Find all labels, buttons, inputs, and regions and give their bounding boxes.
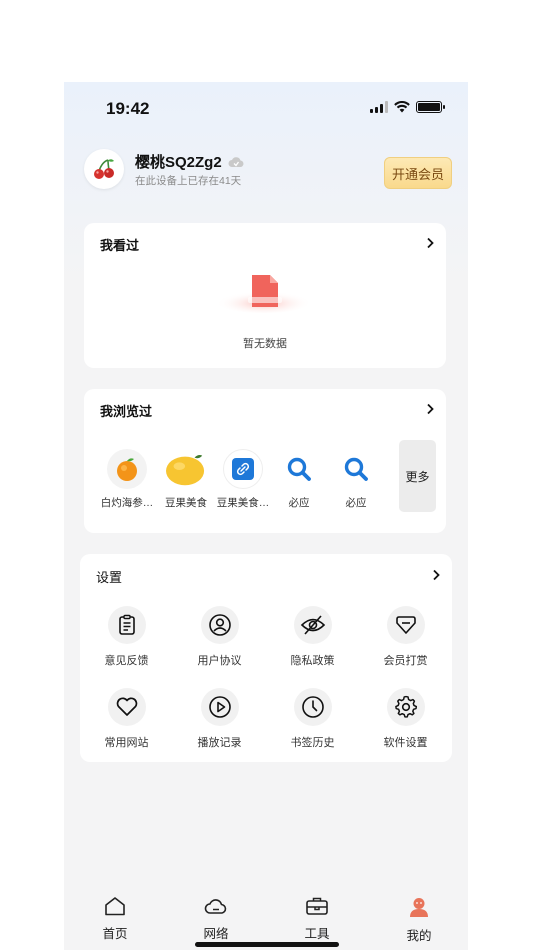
wifi-icon	[394, 101, 410, 113]
eye-off-icon	[293, 606, 332, 644]
clock-icon	[293, 688, 332, 726]
toolbox-icon	[306, 897, 328, 915]
tab-home[interactable]: 首页	[80, 896, 150, 942]
settings-item-feedback[interactable]: 意见反馈	[80, 606, 173, 668]
settings-item-label: 书签历史	[290, 737, 335, 749]
settings-item-label: 播放记录	[197, 737, 242, 749]
settings-item-label: 会员打赏	[383, 655, 428, 667]
cherry-icon	[94, 159, 114, 179]
more-button[interactable]: 更多	[399, 440, 436, 512]
browsed-item-label: 豆果美食…	[216, 497, 270, 509]
watched-card: 我看过 暂无数据	[84, 223, 446, 368]
chevron-right-icon[interactable]	[424, 237, 436, 249]
settings-item-label: 软件设置	[383, 737, 428, 749]
status-time: 19:42	[106, 99, 150, 118]
orange-fruit-icon	[107, 449, 147, 489]
chevron-right-icon[interactable]	[424, 403, 436, 415]
tab-label: 首页	[102, 927, 128, 941]
username: 樱桃SQ2Zg2	[135, 151, 244, 172]
settings-item-label: 常用网站	[104, 737, 149, 749]
search-icon	[336, 449, 376, 489]
browsed-item-label: 必应	[345, 497, 367, 509]
profile-avatar-icon	[410, 898, 428, 917]
tab-network[interactable]: 网络	[181, 896, 251, 942]
browsed-item-label: 必应	[288, 497, 310, 509]
browsed-item[interactable]: 白灼海参…	[98, 441, 156, 510]
settings-item-label: 用户协议	[197, 655, 242, 667]
browsed-card: 我浏览过 白灼海参… 豆果美食 豆果美食… 必应 必应 更多	[84, 389, 446, 533]
settings-item-favorites[interactable]: 常用网站	[80, 688, 173, 750]
bottom-tab-bar: 首页 网络 工具 我的	[64, 882, 468, 950]
settings-item-user-agreement[interactable]: 用户协议	[173, 606, 266, 668]
browsed-list: 白灼海参… 豆果美食 豆果美食… 必应 必应	[84, 441, 400, 521]
browsed-title: 我浏览过	[100, 404, 153, 419]
status-bar: 19:42	[64, 82, 468, 138]
browsed-item[interactable]: 必应	[270, 441, 328, 510]
play-circle-icon	[200, 688, 239, 726]
tab-label: 网络	[203, 927, 229, 941]
settings-item-app-settings[interactable]: 软件设置	[359, 688, 452, 750]
settings-item-bookmark-history[interactable]: 书签历史	[266, 688, 359, 750]
signal-icon	[370, 101, 388, 113]
settings-item-privacy[interactable]: 隐私政策	[266, 606, 359, 668]
empty-document-icon	[216, 275, 312, 313]
settings-item-vip-reward[interactable]: 会员打赏	[359, 606, 452, 668]
browsed-item-label: 营	[378, 495, 400, 510]
browsed-item-label: 白灼海参…	[100, 497, 154, 509]
browsed-item[interactable]: 豆果美食…	[214, 441, 272, 510]
open-vip-button[interactable]: 开通会员	[384, 157, 452, 189]
chevron-right-icon[interactable]	[430, 569, 442, 581]
browsed-item-label: 豆果美食	[165, 497, 207, 509]
tab-label: 我的	[406, 929, 432, 943]
search-icon	[279, 449, 319, 489]
device-days-text: 在此设备上已存在41天	[135, 175, 242, 187]
cloud-icon	[204, 899, 227, 914]
mango-icon	[166, 449, 206, 489]
browsed-item[interactable]: 营	[378, 441, 400, 510]
watched-title: 我看过	[100, 238, 140, 253]
home-indicator	[195, 942, 339, 947]
empty-state-text: 暂无数据	[243, 338, 287, 350]
settings-title: 设置	[96, 570, 123, 585]
username-text: 樱桃SQ2Zg2	[135, 154, 222, 171]
battery-icon	[416, 101, 445, 113]
settings-item-play-history[interactable]: 播放记录	[173, 688, 266, 750]
gear-icon	[386, 688, 425, 726]
link-icon	[223, 449, 263, 489]
settings-item-label: 隐私政策	[290, 655, 335, 667]
cloud-badge-icon	[228, 156, 244, 167]
settings-card: 设置 意见反馈 用户协议 隐私政策 会员打赏 常用网站 播放记录 书签历史 软件…	[80, 554, 452, 762]
profile-header: 樱桃SQ2Zg2 在此设备上已存在41天 开通会员	[84, 149, 452, 189]
user-circle-icon	[200, 606, 239, 644]
heart-icon	[107, 688, 146, 726]
tab-tools[interactable]: 工具	[282, 896, 352, 942]
home-icon	[105, 897, 125, 916]
phone-screen: 19:42 樱桃SQ2Zg2 在此设备上已存在41天 开通会员 我看过 暂无数据…	[64, 82, 468, 950]
browsed-item[interactable]: 必应	[327, 441, 385, 510]
tab-mine[interactable]: 我的	[384, 896, 454, 944]
browsed-item[interactable]: 豆果美食	[157, 441, 215, 510]
clipboard-icon	[107, 606, 146, 644]
tab-label: 工具	[304, 927, 330, 941]
status-icons	[370, 101, 445, 113]
settings-item-label: 意见反馈	[104, 655, 149, 667]
gem-icon	[386, 606, 425, 644]
avatar[interactable]	[84, 149, 124, 189]
